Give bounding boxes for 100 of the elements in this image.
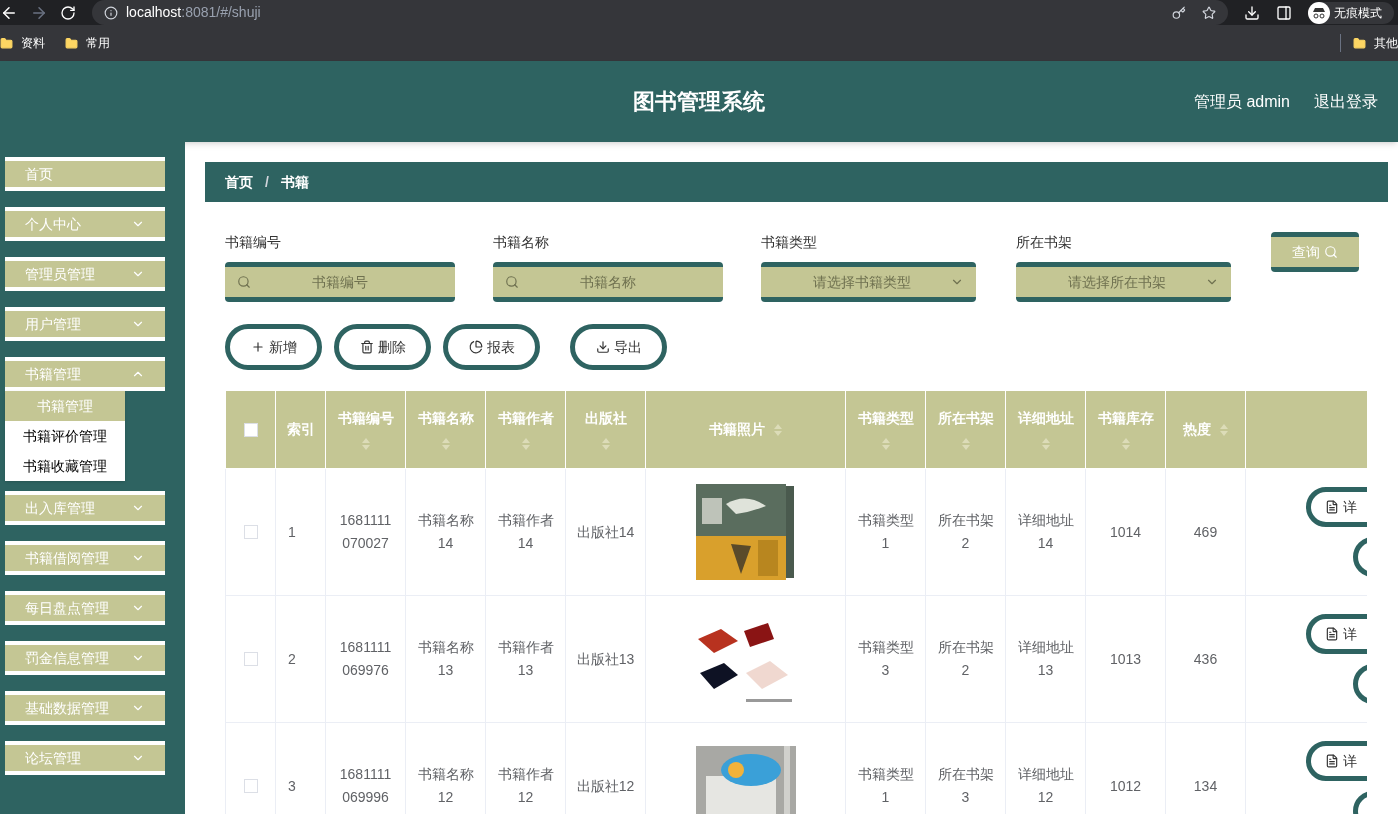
detail-button[interactable]: 详 [1306,741,1367,781]
select-field[interactable]: 请选择书籍类型 [761,262,976,302]
table-cell: 1013 [1109,650,1142,667]
table-cell: 1 [288,523,296,540]
submenu-item[interactable]: 书籍评价管理 [5,421,125,451]
search-field[interactable]: 书籍名称 [493,262,723,302]
table-cell: 所在书架 2 [937,639,994,678]
sort-icon [360,437,371,451]
table-cell: 3 [288,777,296,794]
sort-icon [880,437,891,451]
plus-icon [250,340,265,354]
search-icon [1324,245,1338,259]
document-icon [1325,500,1339,514]
download-icon[interactable] [1244,4,1260,21]
key-icon[interactable] [1172,5,1186,20]
sort-icon [600,437,611,451]
sort-icon [440,437,451,451]
menu-item[interactable]: 用户管理 [5,307,165,341]
table-cell: 2 [288,650,296,667]
table-cell: 436 [1193,650,1218,667]
table-cell: 出版社13 [576,650,635,667]
table-cell: 1681111 070027 [339,512,392,551]
document-icon [1325,754,1339,768]
info-icon [104,5,118,20]
table-cell: 书籍类型 3 [857,639,914,678]
menu-item[interactable]: 论坛管理 [5,741,165,775]
pie-chart-icon [468,340,483,354]
table-cell: 出版社14 [576,523,635,540]
filter-label: 所在书架 [1016,233,1073,252]
download-icon [595,340,610,354]
column-header: 索引 [286,420,315,439]
menu-item[interactable]: 书籍借阅管理 [5,541,165,575]
url-text: localhost:8081/#/shuji [126,3,261,22]
bookmark[interactable]: 其他 [1353,34,1398,52]
document-icon [1325,627,1339,641]
table-cell: 详细地址 12 [1017,766,1074,805]
row-checkbox[interactable] [243,779,258,793]
table-cell: 所在书架 2 [937,512,994,551]
filter-label: 书籍类型 [761,233,818,252]
action-button[interactable]: 删除 [334,324,431,370]
trash-icon [359,340,374,354]
header-checkbox[interactable] [243,422,258,437]
app-title: 图书管理系统 [633,88,765,116]
table-cell: 469 [1193,523,1218,540]
action-button[interactable]: 报表 [443,324,540,370]
user-name: 管理员 admin [1193,91,1290,112]
select-field[interactable]: 请选择所在书架 [1016,262,1231,302]
search-button[interactable]: 查询 [1271,232,1359,272]
row-checkbox[interactable] [243,525,258,539]
column-header[interactable]: 热度 [1176,419,1235,440]
sort-icon [1218,422,1229,437]
table-cell: 书籍作者 12 [497,766,554,805]
sort-icon [772,422,783,437]
row-checkbox[interactable] [243,652,258,666]
table-cell: 1681111 069976 [339,639,392,678]
folder-icon [1353,36,1366,50]
menu-item[interactable]: 管理员管理 [5,257,165,291]
breadcrumb-separator: / [265,172,269,192]
breadcrumb-link[interactable]: 首页 [225,171,253,193]
reload-icon[interactable] [60,4,76,21]
address-bar[interactable]: localhost:8081/#/shuji [92,0,1228,25]
menu-item[interactable]: 出入库管理 [5,491,165,525]
breadcrumb-link[interactable]: 书籍 [280,171,309,193]
detail-button[interactable]: 详 [1306,614,1367,654]
menu-item[interactable]: 首页 [5,157,165,191]
table-cell: 1014 [1109,523,1142,540]
menu-item[interactable]: 每日盘点管理 [5,591,165,625]
side-panel-icon[interactable] [1276,4,1292,21]
table-cell: 所在书架 3 [937,766,994,805]
menu-item[interactable]: 罚金信息管理 [5,641,165,675]
table-cell: 书籍名称 12 [417,766,474,805]
table-cell: 1681111 069996 [339,766,392,805]
menu-item[interactable]: 个人中心 [5,207,165,241]
incognito-badge[interactable]: 无痕模式 [1308,1,1394,24]
action-button[interactable]: 新增 [225,324,322,370]
menu-item[interactable]: 基础数据管理 [5,691,165,725]
search-icon [237,275,251,289]
bookmark[interactable]: 资料 [0,34,45,52]
table-cell: 书籍类型 1 [857,512,914,551]
bookmark[interactable]: 常用 [65,34,110,52]
table-cell: 1012 [1109,777,1142,794]
sort-icon [1040,437,1051,451]
table-cell: 书籍作者 13 [497,639,554,678]
folder-icon [0,36,13,50]
sort-icon [1120,437,1131,451]
table-cell: 134 [1193,777,1218,794]
action-button[interactable]: 导出 [570,324,667,370]
folder-icon [65,36,78,50]
submenu-item[interactable]: 书籍收藏管理 [5,451,125,481]
search-icon [505,275,519,289]
filter-label: 书籍名称 [493,233,550,252]
submenu-item[interactable]: 书籍管理 [5,391,125,421]
search-field[interactable]: 书籍编号 [225,262,455,302]
detail-button[interactable]: 详 [1306,487,1367,527]
star-icon[interactable] [1202,5,1216,20]
logout-link[interactable]: 退出登录 [1314,89,1378,114]
menu-item[interactable]: 书籍管理 [5,357,165,391]
table-cell: 书籍名称 13 [417,639,474,678]
table-cell: 详细地址 13 [1017,639,1074,678]
table-cell: 书籍类型 1 [857,766,914,805]
